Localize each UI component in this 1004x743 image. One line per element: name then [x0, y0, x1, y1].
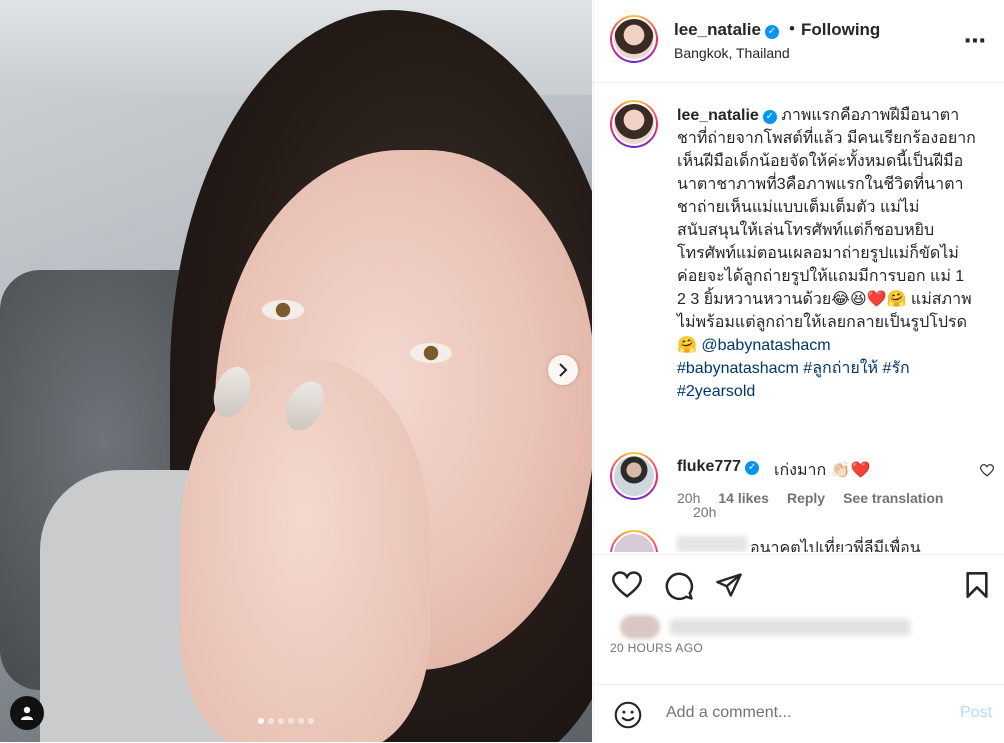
caption-mention[interactable]: @babynatashacm	[701, 337, 830, 354]
liked-by-text-blurred	[670, 619, 910, 635]
emoji-icon[interactable]	[614, 701, 642, 729]
author-username-text[interactable]: lee_natalie	[674, 20, 761, 39]
post-comment-button[interactable]: Post	[960, 704, 992, 722]
comment-meta: 20h 14 likes Reply See translation	[677, 490, 943, 506]
carousel-dot[interactable]	[308, 718, 314, 724]
post-location[interactable]: Bangkok, Thailand	[674, 45, 790, 61]
caption-text: lee_natalie ✓ ภาพแรกคือภาพฝีมือนาตาชาที่ถ…	[677, 104, 977, 403]
commenter-avatar[interactable]	[610, 452, 658, 500]
heart-icon[interactable]	[612, 571, 642, 599]
liked-by-avatars	[620, 615, 660, 639]
chevron-right-icon	[559, 363, 568, 377]
carousel-dot[interactable]	[258, 718, 264, 724]
commenter-avatar[interactable]	[610, 530, 658, 552]
caption-time[interactable]: 20h	[693, 504, 716, 520]
comment-icon[interactable]	[664, 571, 694, 601]
more-options-icon[interactable]: ⋯	[964, 28, 987, 54]
next-image-button[interactable]	[548, 355, 578, 385]
share-icon[interactable]	[715, 571, 743, 599]
author-username[interactable]: lee_natalie ✓	[674, 20, 779, 40]
caption-username[interactable]: lee_natalie	[677, 107, 759, 124]
comment-reply-button[interactable]: Reply	[787, 490, 825, 506]
separator-dot: •	[789, 19, 795, 38]
post-media[interactable]	[0, 0, 592, 742]
carousel-dot[interactable]	[268, 718, 274, 724]
carousel-dot[interactable]	[298, 718, 304, 724]
post-actions: 20 HOURS AGO	[594, 554, 1004, 685]
comment-item-partial: อนาคตไปเที่ยวพี่ลีมีเพื่อน	[610, 530, 995, 552]
user-tag-button[interactable]	[10, 696, 44, 730]
liked-by-row[interactable]	[610, 615, 910, 639]
caption-body: ภาพแรกคือภาพฝีมือนาตาชาที่ถ่ายจากโพสต์ที…	[677, 107, 976, 354]
add-comment-bar: Post	[594, 684, 1004, 743]
add-comment-input[interactable]	[664, 703, 928, 723]
caption-author-avatar[interactable]	[610, 100, 658, 148]
post-header: lee_natalie ✓ • Following Bangkok, Thaila…	[594, 0, 1004, 83]
comment-time[interactable]: 20h	[677, 490, 700, 506]
photo-eye-left	[262, 300, 304, 320]
photo-eye-right	[410, 343, 452, 363]
verified-badge-icon: ✓	[762, 110, 777, 124]
verified-badge-icon: ✓	[764, 25, 779, 39]
comment-item: fluke777 ✓ เก่งมาก 👏🏻❤️ 20h 14 likes Repl…	[610, 452, 995, 506]
comment-likes[interactable]: 14 likes	[718, 490, 769, 506]
comment-like-heart-icon[interactable]	[980, 464, 994, 477]
bookmark-icon[interactable]	[964, 571, 990, 599]
caption-hashtags[interactable]: #babynatashacm #ลูกถ่ายให้ #รัก #2yearso…	[677, 360, 910, 400]
commenter-username[interactable]: fluke777 ✓	[677, 458, 760, 476]
author-avatar[interactable]	[610, 15, 658, 63]
carousel-dot[interactable]	[288, 718, 294, 724]
carousel-dots	[258, 718, 314, 724]
following-button[interactable]: Following	[801, 20, 880, 40]
user-tag-icon	[21, 706, 33, 720]
post-side-panel: lee_natalie ✓ • Following Bangkok, Thaila…	[593, 0, 1004, 742]
carousel-dot[interactable]	[278, 718, 284, 724]
commenter-username-blurred[interactable]	[677, 536, 747, 552]
comment-text: อนาคตไปเที่ยวพี่ลีมีเพื่อน	[750, 540, 921, 552]
post-date[interactable]: 20 HOURS AGO	[610, 641, 703, 655]
verified-badge-icon: ✓	[745, 461, 760, 475]
see-translation-button[interactable]: See translation	[843, 490, 943, 506]
commenter-username-text[interactable]: fluke777	[677, 458, 741, 475]
comment-text: เก่งมาก 👏🏻❤️	[774, 462, 871, 479]
